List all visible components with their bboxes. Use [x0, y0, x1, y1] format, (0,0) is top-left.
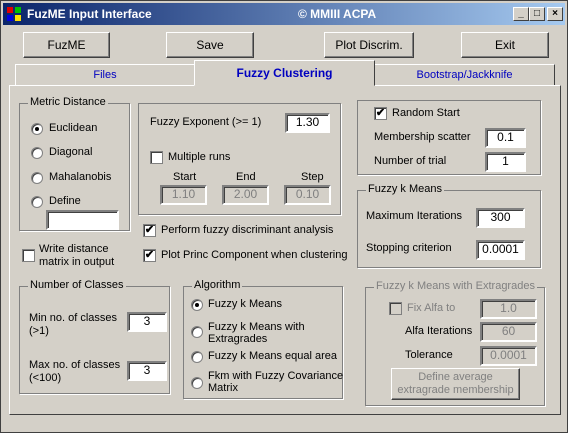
maximize-button[interactable]: □	[529, 7, 545, 21]
end-input: 2.00	[222, 185, 269, 205]
min-classes-input[interactable]: 3	[127, 312, 167, 332]
min-classes-label-line2: (>1)	[29, 325, 49, 337]
metric-distance-legend: Metric Distance	[28, 96, 108, 108]
multiple-runs-checkbox[interactable]	[150, 151, 163, 164]
metric-distance-group: Metric Distance Euclidean Diagonal Mahal…	[19, 96, 130, 231]
tab-fuzzy-clustering[interactable]: Fuzzy Clustering	[194, 60, 375, 86]
random-start-label: Random Start	[392, 107, 460, 119]
radio-euclidean[interactable]	[31, 123, 43, 135]
multiple-runs-label: Multiple runs	[168, 151, 231, 163]
radio-fkm-extragrades[interactable]	[191, 326, 203, 338]
fix-alfa-checkbox	[389, 302, 402, 315]
radio-mahalanobis[interactable]	[31, 172, 43, 184]
number-of-trial-label: Number of trial	[374, 155, 447, 167]
fuzzy-k-means-legend: Fuzzy k Means	[366, 183, 444, 195]
radio-fuzzy-k-means[interactable]	[191, 299, 203, 311]
princ-component-checkbox[interactable]: ✔	[143, 249, 156, 262]
max-classes-label-line1: Max no. of classes	[29, 359, 121, 371]
max-classes-input[interactable]: 3	[127, 361, 167, 381]
define-extragrade-line2: extragrade membership	[397, 384, 514, 396]
princ-component-label: Plot Princ Component when clustering	[161, 249, 348, 261]
fuzzy-exponent-input[interactable]: 1.30	[285, 113, 330, 133]
algo-fkm-covariance-line2: Matrix	[208, 382, 238, 394]
algorithm-legend: Algorithm	[192, 279, 243, 291]
algo-fkm-extragrades-line2: Extragrades	[208, 333, 268, 345]
stopping-criterion-input[interactable]: 0.0001	[476, 240, 525, 260]
algorithm-group: Algorithm Fuzzy k Means Fuzzy k Means wi…	[183, 279, 344, 399]
algo-fkm-covariance-line1: Fkm with Fuzzy Covariance	[208, 370, 344, 382]
tolerance-input: 0.0001	[480, 346, 537, 366]
discriminant-label: Perform fuzzy discriminant analysis	[161, 224, 334, 236]
algo-fkm-label: Fuzzy k Means	[208, 298, 282, 310]
write-distance-label-line1: Write distance	[39, 243, 109, 255]
radio-define[interactable]	[31, 196, 43, 208]
number-of-classes-group: Number of Classes Min no. of classes (>1…	[19, 279, 170, 394]
random-start-group: ✔ Random Start Membership scatter 0.1 Nu…	[357, 100, 541, 175]
tab-files[interactable]: Files	[15, 64, 195, 86]
end-label: End	[236, 171, 256, 183]
extragrades-group: Fuzzy k Means with Extragrades Fix Alfa …	[365, 280, 545, 406]
save-button[interactable]: Save	[166, 32, 254, 58]
step-label: Step	[301, 171, 324, 183]
min-classes-label-line1: Min no. of classes	[29, 312, 118, 324]
random-start-checkbox[interactable]: ✔	[374, 107, 387, 120]
max-classes-label-line2: (<100)	[29, 372, 62, 384]
define-label: Define	[49, 195, 81, 207]
exit-button[interactable]: Exit	[461, 32, 549, 58]
fuzzy-k-means-group: Fuzzy k Means Maximum Iterations 300 Sto…	[357, 183, 541, 268]
define-extragrade-line1: Define average	[418, 371, 493, 383]
fix-alfa-input: 1.0	[480, 299, 537, 319]
write-distance-label-line2: matrix in output	[39, 256, 115, 268]
fix-alfa-label: Fix Alfa to	[407, 302, 456, 314]
mahalanobis-label: Mahalanobis	[49, 171, 112, 183]
start-label: Start	[173, 171, 197, 183]
define-extragrade-button[interactable]: Define average extragrade membership	[391, 368, 520, 400]
fuzzy-exponent-label: Fuzzy Exponent (>= 1)	[150, 116, 262, 128]
app-window: FuzME Input Interface © MMIII ACPA _ □ ×…	[0, 0, 568, 433]
alfa-iterations-label: Alfa Iterations	[405, 325, 473, 337]
diagonal-label: Diagonal	[49, 146, 93, 158]
radio-diagonal[interactable]	[31, 147, 43, 159]
max-iterations-input[interactable]: 300	[476, 208, 525, 228]
plot-discrim-button[interactable]: Plot Discrim.	[324, 32, 414, 58]
fuzzy-exponent-group: Fuzzy Exponent (>= 1) 1.30 Multiple runs…	[138, 103, 341, 215]
number-of-classes-legend: Number of Classes	[28, 279, 126, 291]
max-iterations-label: Maximum Iterations	[366, 210, 462, 222]
start-input: 1.10	[160, 185, 207, 205]
radio-fkm-fuzzy-covariance[interactable]	[191, 377, 203, 389]
stopping-criterion-label: Stopping criterion	[366, 242, 452, 254]
minimize-button[interactable]: _	[513, 7, 529, 21]
window-title: FuzME Input Interface	[27, 7, 152, 21]
membership-scatter-label: Membership scatter	[374, 131, 471, 143]
fuzzy-clustering-panel: Metric Distance Euclidean Diagonal Mahal…	[9, 85, 561, 415]
number-of-trial-input[interactable]: 1	[485, 152, 526, 172]
radio-fkm-equal-area[interactable]	[191, 351, 203, 363]
euclidean-label: Euclidean	[49, 122, 98, 134]
tolerance-label: Tolerance	[405, 349, 453, 361]
algo-fkm-extragrades-line1: Fuzzy k Means with	[208, 321, 305, 333]
close-button[interactable]: ×	[547, 7, 563, 21]
app-icon	[7, 7, 21, 21]
extragrades-legend: Fuzzy k Means with Extragrades	[374, 280, 537, 292]
tab-bootstrap-jackknife[interactable]: Bootstrap/Jackknife	[374, 64, 555, 86]
write-distance-checkbox[interactable]	[22, 249, 35, 262]
define-metric-input[interactable]	[46, 210, 119, 230]
step-input: 0.10	[284, 185, 331, 205]
algo-fkm-equal-area-label: Fuzzy k Means equal area	[208, 350, 338, 362]
alfa-iterations-input: 60	[480, 322, 537, 342]
membership-scatter-input[interactable]: 0.1	[485, 128, 526, 148]
window-copyright: © MMIII ACPA	[298, 7, 377, 21]
discriminant-checkbox[interactable]: ✔	[143, 224, 156, 237]
fuzme-button[interactable]: FuzME	[23, 32, 110, 58]
title-bar[interactable]: FuzME Input Interface © MMIII ACPA _ □ ×	[3, 3, 565, 25]
